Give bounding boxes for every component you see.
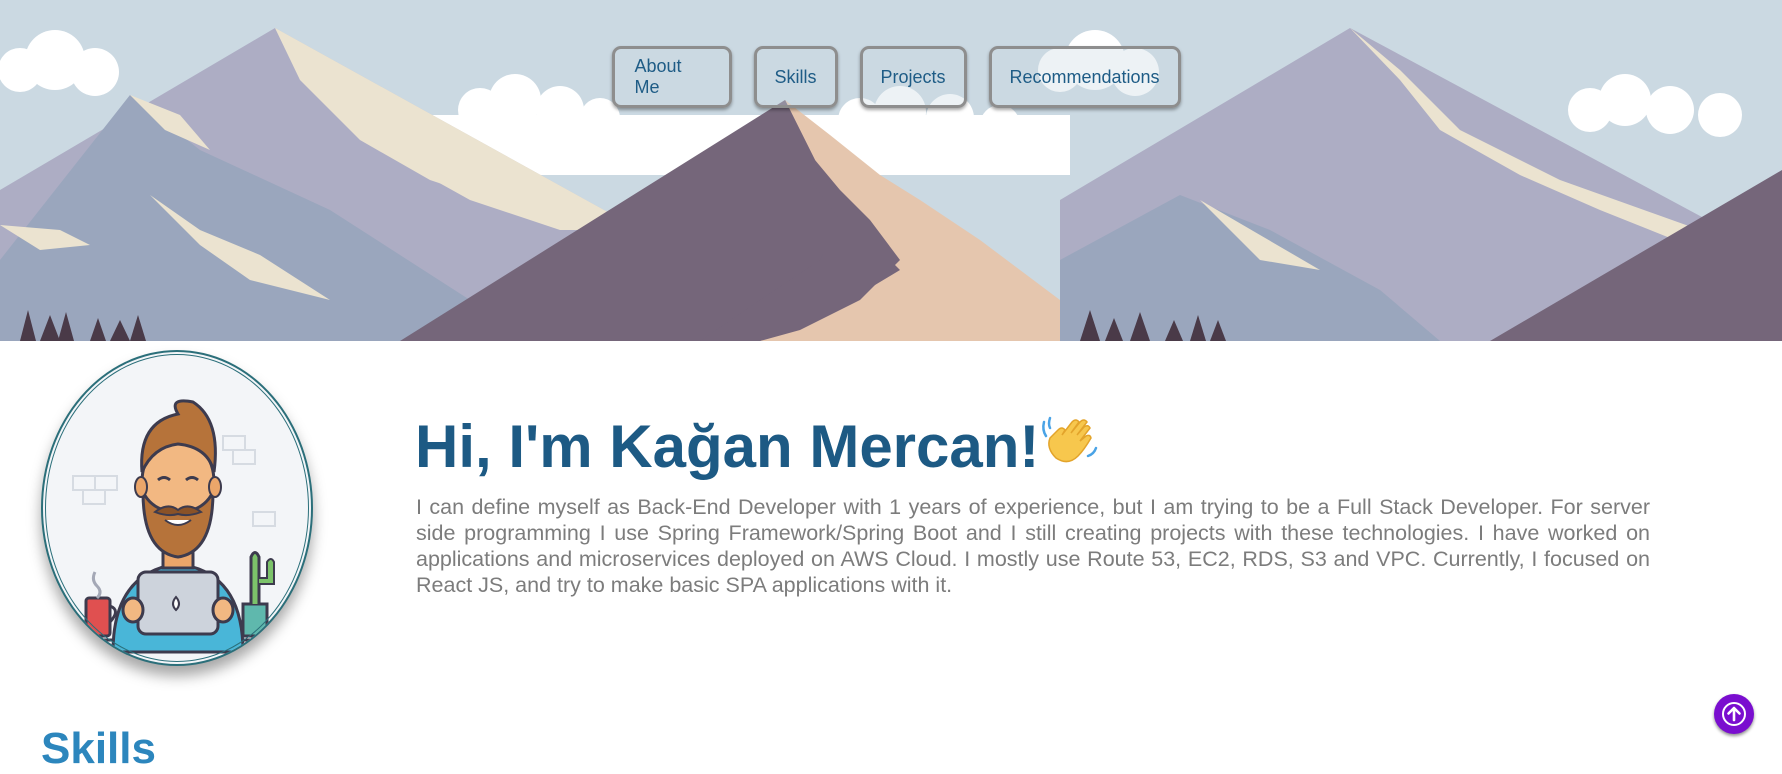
- scroll-to-top-button[interactable]: [1714, 694, 1754, 734]
- hero-banner: About Me Skills Projects Recommendations: [0, 0, 1782, 341]
- nav-skills-button[interactable]: Skills: [753, 46, 838, 108]
- top-navigation: About Me Skills Projects Recommendations: [0, 46, 1782, 108]
- waving-hand-icon: [1042, 416, 1098, 463]
- skills-heading: Skills: [41, 724, 156, 773]
- nav-about-me-button[interactable]: About Me: [611, 46, 732, 108]
- nav-recommendations-button[interactable]: Recommendations: [988, 46, 1181, 108]
- developer-avatar-illustration: [72, 399, 276, 654]
- nav-projects-button[interactable]: Projects: [859, 46, 967, 108]
- arrow-up-icon: [1722, 702, 1746, 726]
- about-bio: I can define myself as Back-End Develope…: [416, 495, 1650, 597]
- avatar: [41, 350, 313, 666]
- page-title: Hi, I'm Kağan Mercan!: [415, 413, 1040, 480]
